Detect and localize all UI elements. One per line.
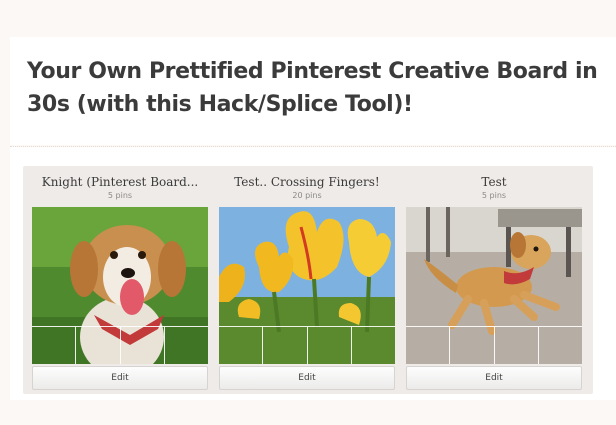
board-card[interactable]: Knight (Pinterest Board... 5 pins Edit [32,170,208,392]
board-name[interactable]: Knight (Pinterest Board... [32,175,208,189]
board-pin-count: 5 pins [481,191,507,200]
board-card[interactable]: Test 5 pins Edit [406,170,582,392]
board-pin-count: 20 pins [292,191,322,200]
board-name[interactable]: Test.. Crossing Fingers! [219,175,395,189]
edit-button[interactable]: Edit [219,366,395,390]
post-header: Your Own Prettified Pinterest Creative B… [10,37,616,145]
board-cover-tulips-photo[interactable] [219,207,395,364]
board-cover-dog-photo[interactable] [32,207,208,364]
thumb-row [406,326,582,364]
thumb-row [32,326,208,364]
thumb-row [219,326,395,364]
edit-button[interactable]: Edit [32,366,208,390]
page-footer-space [0,400,616,425]
post-title: Your Own Prettified Pinterest Creative B… [27,59,598,117]
board-pin-count: 5 pins [107,191,133,200]
edit-button[interactable]: Edit [406,366,582,390]
board-name[interactable]: Test [406,175,582,189]
page: Your Own Prettified Pinterest Creative B… [0,0,616,425]
board-card[interactable]: Test.. Crossing Fingers! 20 pins Edit [219,170,395,392]
board-cover-running-dog-photo[interactable] [406,207,582,364]
